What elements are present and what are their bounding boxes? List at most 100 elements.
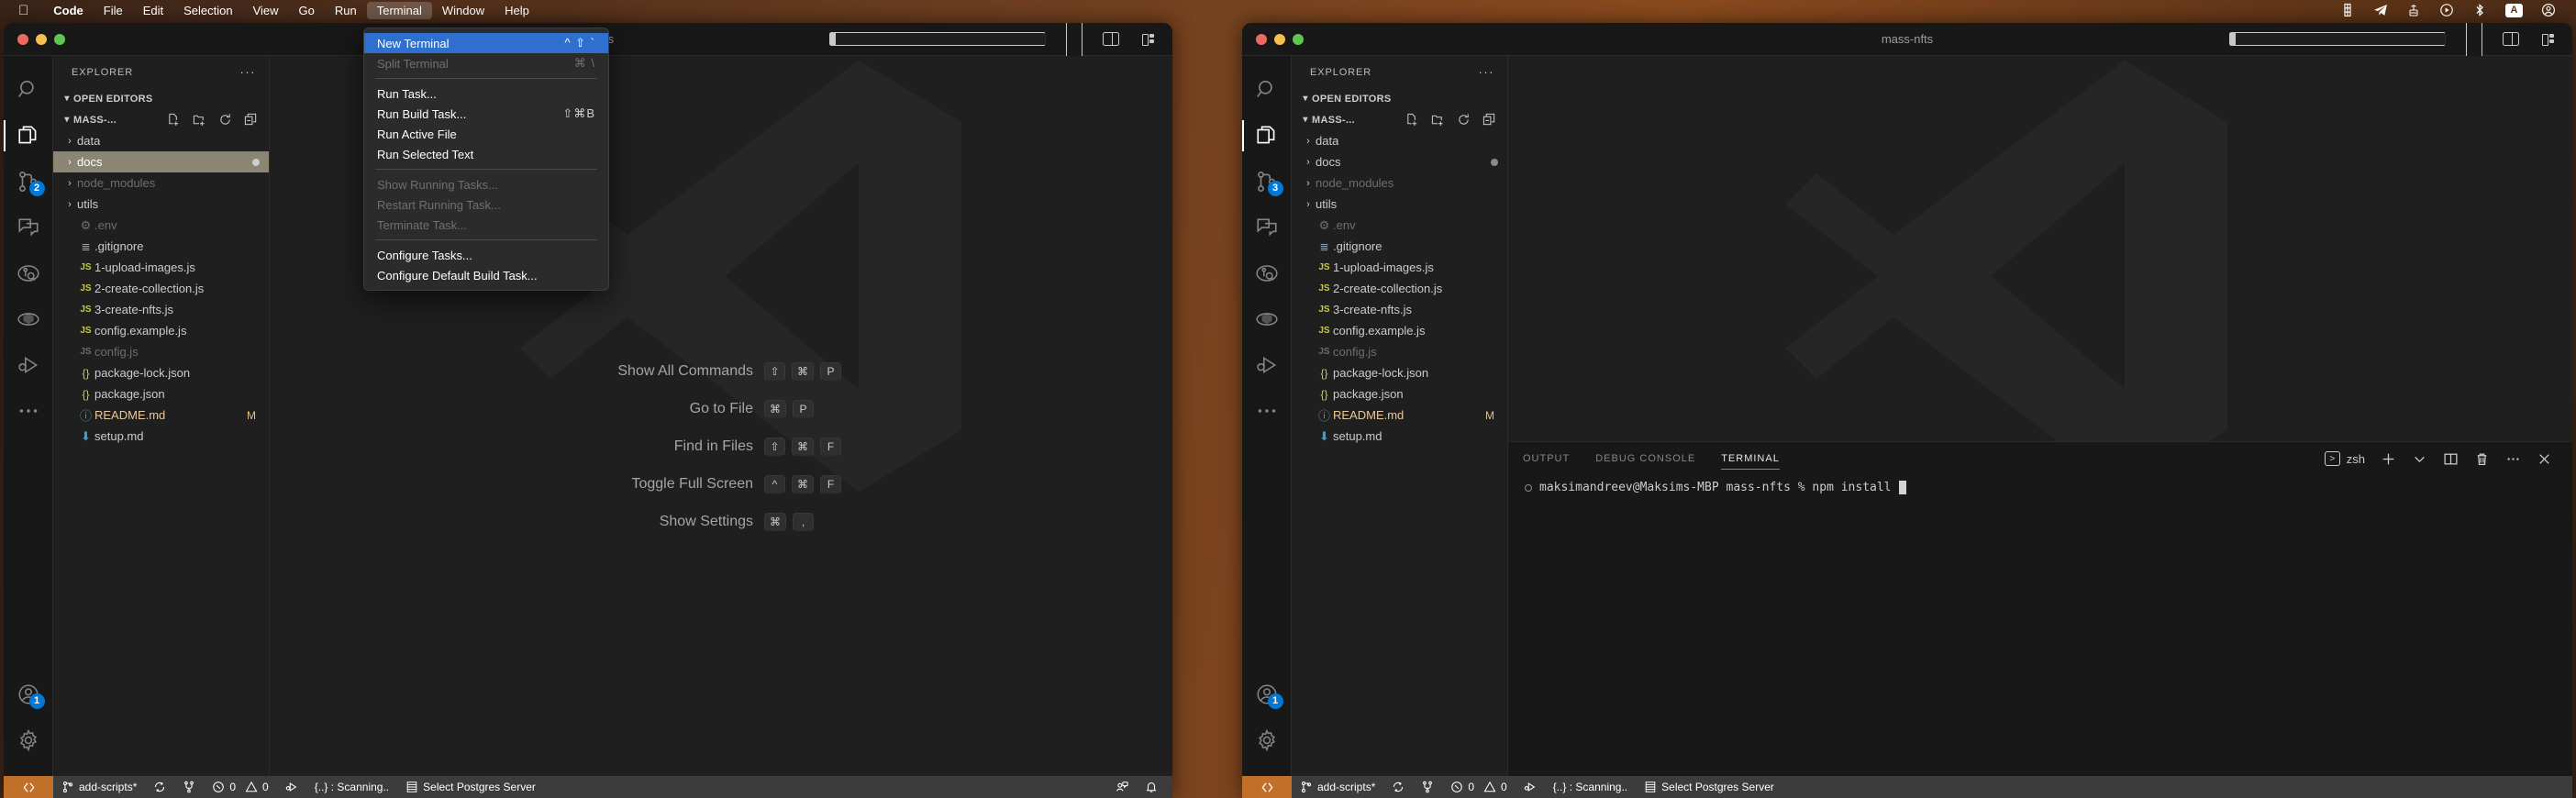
status-problems[interactable]: 0 0: [204, 776, 276, 798]
checkout-branch-icon[interactable]: [1413, 776, 1442, 798]
toggle-secondary-sidebar-icon[interactable]: [2503, 32, 2519, 46]
tree-row-env[interactable]: ⚙ .env: [53, 215, 269, 236]
network-antenna-icon[interactable]: [2406, 3, 2421, 17]
tree-row-package-lock[interactable]: {} package-lock.json: [1292, 362, 1507, 383]
tree-row-package-lock[interactable]: {} package-lock.json: [53, 362, 269, 383]
tree-row-utils[interactable]: › utils: [53, 194, 269, 215]
menu-item-run[interactable]: Run: [325, 2, 367, 19]
testing-icon[interactable]: [4, 250, 53, 296]
menu-item-code[interactable]: Code: [43, 2, 94, 19]
tree-row-package-json[interactable]: {} package.json: [1292, 383, 1507, 405]
tree-row-node-modules[interactable]: › node_modules: [1292, 172, 1507, 194]
explorer-icon[interactable]: [4, 113, 53, 159]
status-branch[interactable]: add-scripts*: [53, 776, 145, 798]
tab-debug-console[interactable]: DEBUG CONSOLE: [1595, 442, 1695, 475]
menu-run-active-file[interactable]: Run Active File: [364, 124, 608, 144]
tree-row-node-modules[interactable]: › node_modules: [53, 172, 269, 194]
accounts-icon[interactable]: 1: [4, 671, 53, 717]
testing-icon[interactable]: [1242, 250, 1292, 296]
section-open-editors[interactable]: ▾ OPEN EDITORS: [53, 88, 269, 109]
tree-row-data[interactable]: › data: [53, 130, 269, 151]
refresh-explorer-icon[interactable]: [218, 113, 232, 127]
tree-row-utils[interactable]: › utils: [1292, 194, 1507, 215]
more-actions-icon[interactable]: [4, 388, 53, 434]
run-and-debug-icon[interactable]: [4, 342, 53, 388]
sync-changes-icon[interactable]: [145, 776, 174, 798]
new-file-icon[interactable]: [1405, 113, 1419, 127]
menu-run-task[interactable]: Run Task...: [364, 83, 608, 104]
sidebar-more-actions-icon[interactable]: ···: [1479, 65, 1495, 79]
notifications-bell-icon[interactable]: [1137, 776, 1172, 798]
tree-row-data[interactable]: › data: [1292, 130, 1507, 151]
tree-row-readme[interactable]: ⓘ README.md M: [53, 405, 269, 426]
refresh-explorer-icon[interactable]: [1457, 113, 1471, 127]
new-folder-icon[interactable]: [1431, 113, 1445, 127]
figma-icon[interactable]: [2340, 3, 2355, 17]
new-folder-icon[interactable]: [193, 113, 206, 127]
menu-run-build-task[interactable]: Run Build Task... ⇧⌘B: [364, 104, 608, 124]
tab-output[interactable]: OUTPUT: [1523, 442, 1570, 475]
more-actions-icon[interactable]: [1242, 388, 1292, 434]
status-task-scanning[interactable]: {..} : Scanning..: [1545, 776, 1636, 798]
search-icon[interactable]: [1242, 67, 1292, 113]
terminal-more-actions-icon[interactable]: [2505, 451, 2521, 467]
customize-layout-icon[interactable]: [2539, 32, 2556, 46]
empty-editor-right[interactable]: [1508, 56, 2572, 441]
manage-settings-gear-icon[interactable]: [1242, 717, 1292, 763]
menu-item-edit[interactable]: Edit: [133, 2, 173, 19]
tree-row-docs[interactable]: › docs: [1292, 151, 1507, 172]
tree-row-config[interactable]: JS config.js: [53, 341, 269, 362]
sidebar-more-actions-icon[interactable]: ···: [240, 65, 257, 79]
tree-row-gitignore[interactable]: ≣ .gitignore: [1292, 236, 1507, 257]
extensions-hex-icon[interactable]: [4, 296, 53, 342]
status-problems[interactable]: 0 0: [1442, 776, 1515, 798]
section-open-editors[interactable]: ▾ OPEN EDITORS: [1292, 88, 1507, 109]
ports-forward-icon[interactable]: [1516, 776, 1545, 798]
new-terminal-plus-icon[interactable]: [2381, 451, 2396, 467]
tree-row-2-create-collection[interactable]: JS 2-create-collection.js: [1292, 278, 1507, 299]
menu-item-selection[interactable]: Selection: [173, 2, 242, 19]
section-project-root[interactable]: ▾ MASS-...: [53, 109, 269, 130]
toggle-primary-sidebar-icon[interactable]: [2229, 32, 2446, 46]
kill-terminal-trash-icon[interactable]: [2474, 451, 2490, 467]
tree-row-readme[interactable]: ⓘ README.md M: [1292, 405, 1507, 426]
control-center-user-icon[interactable]: [2541, 3, 2556, 17]
status-task-scanning[interactable]: {..} : Scanning..: [306, 776, 397, 798]
terminal-profile-chevron-down-icon[interactable]: [2412, 451, 2427, 467]
tree-row-2-create-collection[interactable]: JS 2-create-collection.js: [53, 278, 269, 299]
extensions-hex-icon[interactable]: [1242, 296, 1292, 342]
menu-item-view[interactable]: View: [243, 2, 289, 19]
menu-configure-tasks[interactable]: Configure Tasks...: [364, 245, 608, 265]
tree-row-setup[interactable]: ⬇ setup.md: [53, 426, 269, 447]
menu-item-file[interactable]: File: [94, 2, 133, 19]
sync-changes-icon[interactable]: [1383, 776, 1413, 798]
menu-run-selected-text[interactable]: Run Selected Text: [364, 144, 608, 164]
tree-row-env[interactable]: ⚙ .env: [1292, 215, 1507, 236]
chat-icon[interactable]: [1242, 205, 1292, 250]
manage-settings-gear-icon[interactable]: [4, 717, 53, 763]
menu-item-help[interactable]: Help: [494, 2, 539, 19]
bluetooth-icon[interactable]: [2472, 3, 2487, 17]
toggle-primary-sidebar-icon[interactable]: [829, 32, 1046, 46]
telegram-icon[interactable]: [2373, 3, 2388, 17]
tree-row-gitignore[interactable]: ≣ .gitignore: [53, 236, 269, 257]
media-play-icon[interactable]: [2439, 3, 2454, 17]
remote-window-icon[interactable]: [4, 776, 53, 798]
close-panel-icon[interactable]: [2537, 451, 2552, 467]
chat-icon[interactable]: [4, 205, 53, 250]
tree-row-config-example[interactable]: JS config.example.js: [53, 320, 269, 341]
accounts-icon[interactable]: 1: [1242, 671, 1292, 717]
collapse-folders-icon[interactable]: [244, 113, 258, 127]
status-postgres-server[interactable]: Select Postgres Server: [397, 776, 544, 798]
menu-new-terminal[interactable]: New Terminal ^ ⇧ `: [364, 33, 608, 53]
tab-terminal[interactable]: TERMINAL: [1721, 442, 1780, 475]
tree-row-config[interactable]: JS config.js: [1292, 341, 1507, 362]
tree-row-1-upload-images[interactable]: JS 1-upload-images.js: [1292, 257, 1507, 278]
menu-item-window[interactable]: Window: [432, 2, 494, 19]
terminal-shell-selector[interactable]: > zsh: [2324, 451, 2365, 466]
menu-item-terminal[interactable]: Terminal: [366, 1, 432, 19]
tree-row-config-example[interactable]: JS config.example.js: [1292, 320, 1507, 341]
search-icon[interactable]: [4, 67, 53, 113]
menu-configure-default-build-task[interactable]: Configure Default Build Task...: [364, 265, 608, 285]
keyboard-layout-icon[interactable]: A: [2505, 3, 2523, 17]
